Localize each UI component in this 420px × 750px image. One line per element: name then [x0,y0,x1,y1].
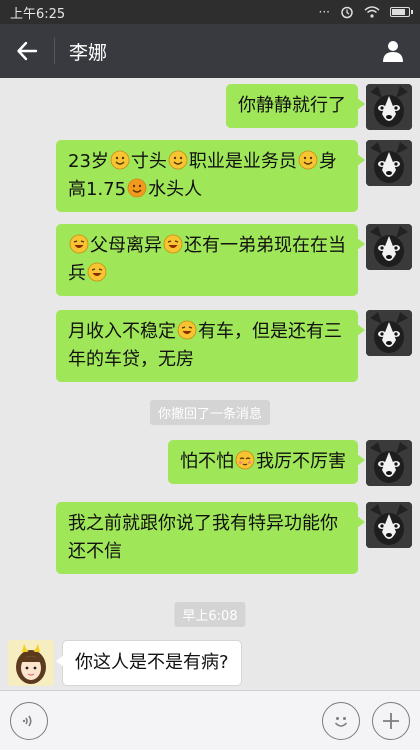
message-text: 怕不怕 [180,451,234,472]
title-divider [54,38,55,64]
laugh-emoji-icon [163,234,183,254]
message-text: 我之前就跟你说了我有特异功能你还不信 [68,513,338,562]
message-text: 寸头 [130,151,167,172]
message-row: 你这人是不是有病? [8,640,242,686]
wifi-icon [364,6,380,18]
message-row: 23岁 寸头 职业是业务员 身高1.75 水头人 [56,140,412,212]
girl-avatar-icon [8,640,54,686]
alarm-icon [341,6,353,19]
self-avatar[interactable] [366,440,412,486]
message-bubble[interactable]: 父母离异 还有一弟弟现在在当兵 [56,224,365,296]
chat-title: 李娜 [69,41,108,64]
laugh-emoji-icon [69,234,89,254]
message-text: 月收入不稳定 [68,321,176,342]
laugh-emoji-icon [177,320,197,340]
back-button[interactable] [0,24,54,78]
self-avatar[interactable] [366,140,412,186]
person-icon [383,41,403,62]
message-row: 月收入不稳定 有车，但是还有三年的车贷，无房 [56,310,412,382]
message-bubble[interactable]: 23岁 寸头 职业是业务员 身高1.75 水头人 [56,140,365,212]
shy-emoji-icon [235,450,255,470]
message-bubble[interactable]: 我之前就跟你说了我有特异功能你还不信 [56,502,365,574]
message-text: 我厉不厉害 [256,451,346,472]
self-avatar[interactable] [366,502,412,548]
message-row: 怕不怕 我厉不厉害 [168,440,412,486]
status-icons: ··· [318,5,413,19]
message-row: 我之前就跟你说了我有特异功能你还不信 [56,502,412,574]
title-bar: 李娜 [0,24,420,78]
voice-icon [22,715,32,726]
battery-icon [390,7,413,17]
self-avatar[interactable] [366,84,412,130]
plus-button[interactable] [372,701,410,740]
emoji-button[interactable] [322,701,360,740]
message-text: 你静静就行了 [238,95,346,116]
message-text: 职业是业务员 [188,151,297,172]
message-bubble[interactable]: 你这人是不是有病? [56,640,242,686]
emoji-icon [334,716,348,727]
message-text: 水头人 [148,179,203,200]
self-avatar[interactable] [366,224,412,270]
message-row: 父母离异 还有一弟弟现在在当兵 [56,224,412,296]
husky-avatar-icon [366,224,412,270]
orange-emoji-icon [127,178,147,198]
laugh-emoji-icon [87,262,107,282]
back-arrow-icon [17,41,38,61]
message-list[interactable]: 你静静就行了 23岁 寸头 职业是业务员 身高1.75 水头人 父母离异 还有一弟弟现在在… [0,78,420,690]
husky-avatar-icon [366,84,412,130]
message-text: 你这人是不是有病? [75,652,229,673]
message-bubble[interactable]: 你静静就行了 [226,84,365,128]
voice-button[interactable] [10,701,48,740]
dots-icon: ··· [318,5,330,19]
husky-avatar-icon [366,140,412,186]
contact-avatar[interactable] [8,640,54,686]
message-text: 父母离异 [90,235,162,256]
timestamp: 早上6:08 [174,602,246,627]
status-time: 上午6:25 [10,6,66,22]
self-avatar[interactable] [366,310,412,356]
profile-button[interactable] [366,24,420,78]
message-text: 23岁 [68,151,109,172]
smile-emoji-icon [298,150,318,170]
husky-avatar-icon [366,440,412,486]
message-row: 你静静就行了 [226,84,412,130]
husky-avatar-icon [366,310,412,356]
smile-emoji-icon [110,150,130,170]
plus-icon [383,712,399,729]
message-bubble[interactable]: 怕不怕 我厉不厉害 [168,440,365,484]
input-bar [0,690,420,750]
message-bubble[interactable]: 月收入不稳定 有车，但是还有三年的车贷，无房 [56,310,365,382]
recall-notice: 你撤回了一条消息 [149,400,271,425]
husky-avatar-icon [366,502,412,548]
smile-emoji-icon [168,150,188,170]
status-bar: 上午6:25 ··· [0,0,420,24]
